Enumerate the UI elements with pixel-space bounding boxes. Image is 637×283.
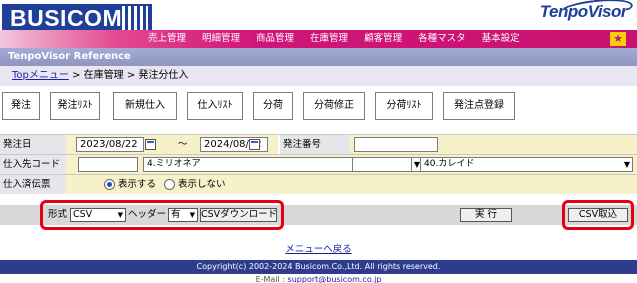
copyright-footer: Copyright(c) 2002-2024 Busicom.Co.,Ltd. … bbox=[0, 260, 637, 274]
purchase-list-button[interactable]: 仕入ﾘｽﾄ bbox=[187, 92, 243, 120]
supplier-code-label: 仕入先コード bbox=[0, 155, 66, 174]
distribution-list-button[interactable]: 分荷ﾘｽﾄ bbox=[375, 92, 433, 120]
supplier-to-value: 40.カレイド bbox=[424, 159, 475, 169]
main-menu-bar: 売上管理 明細管理 商品管理 在庫管理 顧客管理 各種マスタ 基本設定 ★ bbox=[0, 30, 637, 48]
date-range-tilde: 〜 bbox=[178, 139, 188, 150]
menu-products[interactable]: 商品管理 bbox=[248, 30, 302, 48]
calendar-icon[interactable] bbox=[249, 139, 260, 150]
date-from-input[interactable]: 2023/08/22 bbox=[76, 137, 144, 152]
reorder-point-button[interactable]: 発注点登録 bbox=[443, 92, 515, 120]
order-list-button[interactable]: 発注ﾘｽﾄ bbox=[50, 92, 100, 120]
radio-show-label[interactable]: 表示する bbox=[118, 178, 156, 191]
logo-bar: BUSICOM TenpoVisor bbox=[0, 0, 637, 32]
order-date-label: 発注日 bbox=[0, 135, 66, 154]
breadcrumb-top-link[interactable]: Topメニュー bbox=[12, 70, 69, 81]
supplier-to-select[interactable]: 40.カレイド ▼ bbox=[420, 157, 633, 172]
radio-show[interactable] bbox=[104, 179, 115, 190]
logo-text: BUSICOM bbox=[10, 5, 123, 31]
order-number-label: 発注番号 bbox=[280, 135, 350, 154]
new-purchase-button[interactable]: 新規仕入 bbox=[113, 92, 177, 120]
email-label: E-Mail : bbox=[255, 275, 285, 283]
highlight-download-controls bbox=[40, 200, 284, 230]
menu-inventory[interactable]: 在庫管理 bbox=[302, 30, 356, 48]
busicom-logo: BUSICOM bbox=[2, 4, 152, 32]
highlight-csv-import bbox=[562, 200, 634, 230]
breadcrumb-separator: > bbox=[126, 70, 136, 81]
breadcrumb-separator: > bbox=[72, 70, 81, 81]
support-email-link[interactable]: support@busicom.co.jp bbox=[288, 275, 382, 283]
breadcrumb: Topメニュー > 在庫管理 > 発注分仕入 bbox=[0, 66, 637, 86]
execute-button[interactable]: 実 行 bbox=[460, 208, 512, 222]
order-number-cell bbox=[350, 135, 637, 154]
breadcrumb-section: 在庫管理 bbox=[83, 70, 124, 81]
supplier-cell: 4.ミリオネア ▼ 〜 40.カレイド ▼ bbox=[66, 155, 637, 174]
supplier-code-from-input[interactable] bbox=[78, 157, 138, 172]
menu-masters[interactable]: 各種マスタ bbox=[410, 30, 474, 48]
search-form: 発注日 2023/08/22 〜 2024/08/22 発注番号 仕入先コード … bbox=[0, 134, 637, 200]
received-row: 仕入済伝票 表示する 表示しない bbox=[0, 174, 637, 194]
toolbar: 発注 発注ﾘｽﾄ 新規仕入 仕入ﾘｽﾄ 分荷 分荷修正 分荷ﾘｽﾄ 発注点登録 bbox=[0, 92, 637, 122]
supplier-row: 仕入先コード 4.ミリオネア ▼ 〜 40.カレイド ▼ bbox=[0, 154, 637, 174]
radio-hide[interactable] bbox=[164, 179, 175, 190]
breadcrumb-page: 発注分仕入 bbox=[138, 70, 189, 81]
email-line: E-Mail : support@busicom.co.jp bbox=[0, 275, 637, 283]
page-title: TenpoVisor Reference bbox=[0, 48, 637, 66]
distribution-button[interactable]: 分荷 bbox=[253, 92, 293, 120]
menu-sales[interactable]: 売上管理 bbox=[140, 30, 194, 48]
chevron-down-icon: ▼ bbox=[623, 160, 630, 169]
favorite-button[interactable]: ★ bbox=[610, 32, 626, 46]
order-date-row: 発注日 2023/08/22 〜 2024/08/22 発注番号 bbox=[0, 134, 637, 154]
order-number-input[interactable] bbox=[354, 137, 438, 152]
menu-details[interactable]: 明細管理 bbox=[194, 30, 248, 48]
distribution-edit-button[interactable]: 分荷修正 bbox=[303, 92, 365, 120]
main-menu: 売上管理 明細管理 商品管理 在庫管理 顧客管理 各種マスタ 基本設定 bbox=[140, 30, 528, 48]
menu-customers[interactable]: 顧客管理 bbox=[356, 30, 410, 48]
back-to-menu-link[interactable]: メニューへ戻る bbox=[0, 241, 637, 255]
supplier-from-value: 4.ミリオネア bbox=[147, 159, 201, 169]
radio-hide-label[interactable]: 表示しない bbox=[178, 178, 226, 191]
order-button[interactable]: 発注 bbox=[2, 92, 40, 120]
order-date-cell: 2023/08/22 〜 2024/08/22 bbox=[66, 135, 278, 154]
supplier-code-to-input[interactable] bbox=[352, 157, 412, 172]
tenpovisor-brand: TenpoVisor bbox=[539, 2, 628, 21]
star-icon: ★ bbox=[613, 32, 623, 45]
received-cell: 表示する 表示しない bbox=[66, 175, 637, 194]
logo-stripes bbox=[122, 6, 148, 30]
menu-settings[interactable]: 基本設定 bbox=[474, 30, 528, 48]
calendar-icon[interactable] bbox=[145, 139, 156, 150]
received-slip-label: 仕入済伝票 bbox=[0, 175, 66, 194]
